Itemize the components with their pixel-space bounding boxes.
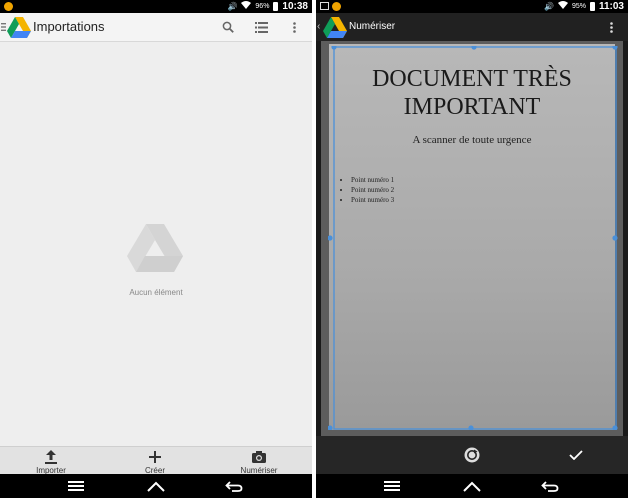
scan-actions-bar [316,436,628,474]
back-nav-icon[interactable] [530,474,570,498]
confirm-button[interactable] [556,436,596,474]
battery-percent: 96% [255,3,270,10]
system-nav-bar [316,474,628,498]
volume-icon: 🔊 [227,2,238,11]
import-button[interactable]: Importer [16,447,86,475]
app-title: Importations [33,19,105,34]
app-bar: ‹ Numériser [316,13,628,41]
crop-handle[interactable] [328,235,333,241]
scan-button[interactable]: Numériser [224,447,294,475]
home-nav-icon[interactable] [452,474,492,498]
wifi-icon [241,0,252,13]
create-button[interactable]: Créer [120,447,190,475]
camera-icon [224,450,294,466]
back-nav-icon[interactable] [214,474,254,498]
crop-handle[interactable] [331,46,337,50]
crop-handle[interactable] [468,425,474,430]
back-chevron-icon[interactable]: ‹ [317,13,320,41]
phone-screen-scan: 🔊 95% 11:03 ‹ Numériser DOCUMENT TRÈS IM… [316,0,628,498]
volume-icon: 🔊 [543,2,554,11]
status-icons: 🔊 95% 11:03 [544,0,624,13]
status-icons: 🔊 96% 10:38 [227,0,308,13]
empty-state-text: Aucun élément [129,288,183,297]
list-view-icon[interactable] [251,13,271,41]
system-nav-bar [0,474,312,498]
battery-icon [273,2,279,11]
upload-icon [16,450,86,466]
menu-nav-icon[interactable] [56,474,96,498]
status-bar: 🔊 95% 11:03 [316,0,628,13]
overflow-menu-icon[interactable] [602,13,620,41]
checkmark-icon [569,450,583,460]
phone-screen-importations: 🔊 96% 10:38 Importations Aucun élément I… [0,0,312,498]
retake-icon [464,447,480,463]
status-time: 11:03 [598,1,624,12]
bottom-actions-bar: Importer Créer Numériser [0,446,312,475]
app-bar: Importations [0,13,312,42]
crop-handle[interactable] [471,46,477,50]
search-icon[interactable] [218,13,238,41]
scan-preview: DOCUMENT TRÈS IMPORTANT A scanner de tou… [321,41,623,436]
wifi-icon [557,0,568,13]
crop-frame[interactable] [328,46,618,430]
status-time: 10:38 [282,1,308,12]
google-drive-logo[interactable] [323,17,347,38]
app-title: Numériser [349,21,396,32]
battery-icon [589,2,595,11]
crop-handle[interactable] [612,425,618,430]
crop-handle[interactable] [328,425,333,430]
menu-icon[interactable] [0,13,6,41]
empty-drive-logo-icon [127,224,183,272]
notification-icon [4,2,13,11]
retake-button[interactable] [452,436,492,474]
image-notification-icon [320,2,329,10]
overflow-menu-icon[interactable] [284,13,304,41]
plus-icon [120,450,190,466]
notification-icon [332,2,341,11]
google-drive-logo[interactable] [7,17,31,38]
menu-nav-icon[interactable] [372,474,412,498]
status-bar: 🔊 96% 10:38 [0,0,312,13]
battery-percent: 95% [571,3,586,10]
home-nav-icon[interactable] [136,474,176,498]
crop-handle[interactable] [612,235,618,241]
crop-handle[interactable] [612,46,618,50]
